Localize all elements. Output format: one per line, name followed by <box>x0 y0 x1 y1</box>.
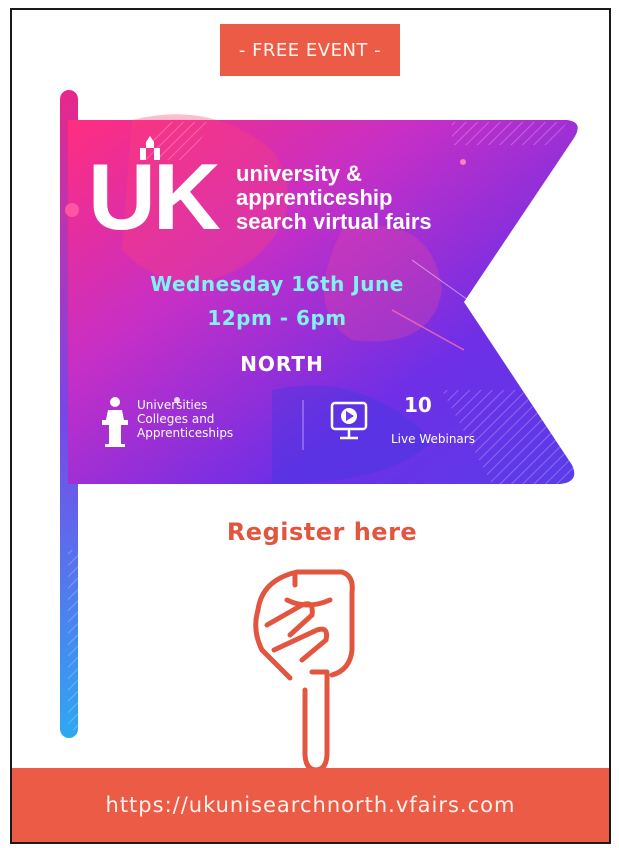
fair-title-line: apprenticeship <box>236 185 393 210</box>
pointing-hand-icon <box>253 569 355 773</box>
exhibitors-text: Universities Colleges and Apprenticeship… <box>137 398 233 440</box>
register-link[interactable]: Register here <box>212 518 432 546</box>
exhibitors-line: Apprenticeships <box>137 426 234 440</box>
event-date: Wednesday 16th June <box>150 272 404 296</box>
uk-logo-letters: UK <box>88 144 221 249</box>
fair-title-line: search virtual fairs <box>236 209 432 234</box>
webinars-count: 10 <box>404 393 432 417</box>
poster: - FREE EVENT - UK university & apprentic… <box>10 8 611 844</box>
webinars-label: Live Webinars <box>391 432 475 446</box>
fair-title-line: university & <box>236 161 362 186</box>
event-region: NORTH <box>240 352 324 376</box>
flag-graphic <box>60 90 578 773</box>
exhibitors-line: Colleges and <box>137 412 215 426</box>
fair-title: university & apprenticeship search virtu… <box>236 162 496 234</box>
event-time: 12pm - 6pm <box>207 306 347 330</box>
event-url[interactable]: https://ukunisearchnorth.vfairs.com <box>12 768 609 842</box>
exhibitors-line: Universities <box>137 398 208 412</box>
